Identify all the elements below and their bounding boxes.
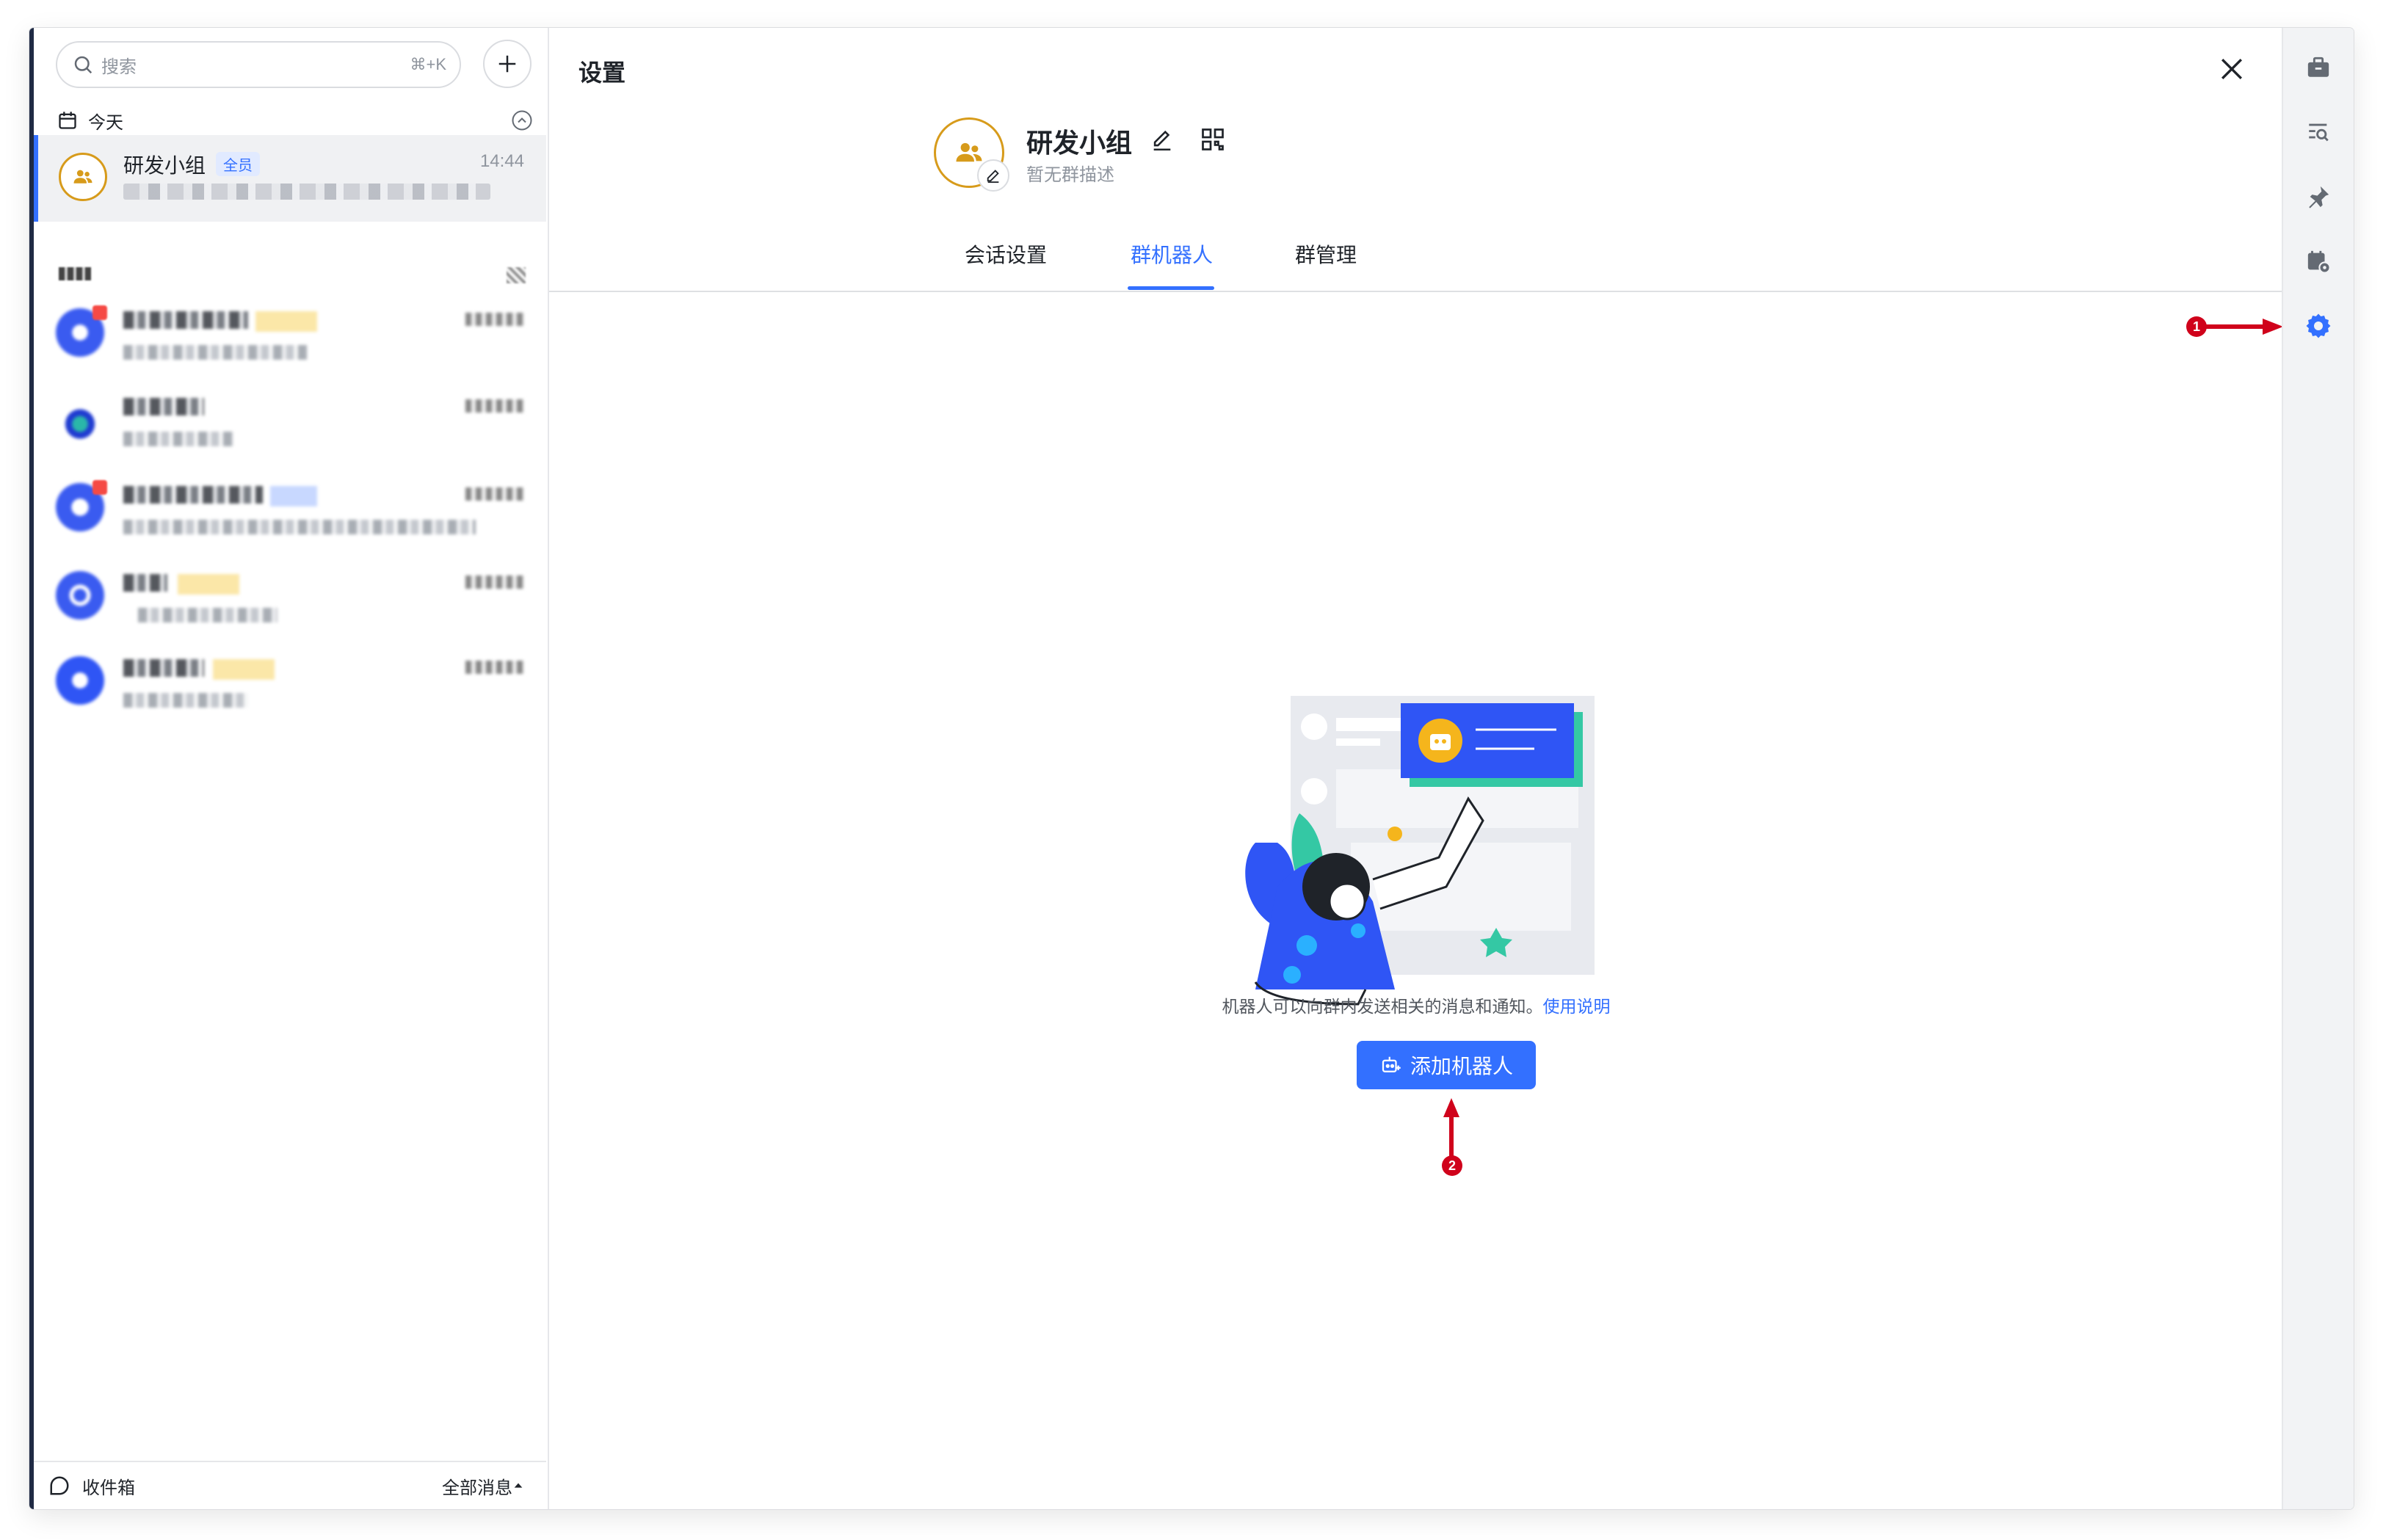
settings-tabs: 会话设置 群机器人 群管理 xyxy=(549,216,2283,292)
conversation-preview-blurred xyxy=(123,432,233,446)
conversation-time: 14:44 xyxy=(479,151,524,171)
annotation-badge-1: 1 xyxy=(2186,316,2207,337)
active-indicator xyxy=(34,135,38,222)
conversation-title-text: 研发小组 xyxy=(123,154,206,177)
search-placeholder: 搜索 xyxy=(101,57,137,77)
group-people-icon xyxy=(73,170,93,184)
unread-badge xyxy=(93,305,107,320)
tab-group-bots[interactable]: 群机器人 xyxy=(1131,239,1213,269)
conversation-time-blurred xyxy=(465,399,524,413)
all-members-tag: 全员 xyxy=(216,152,261,176)
calendar-icon xyxy=(59,112,76,129)
conversation-time-blurred xyxy=(465,487,524,501)
tag-chip-blurred xyxy=(270,486,317,506)
group-people-icon xyxy=(956,142,982,162)
conversation-item[interactable] xyxy=(34,294,546,380)
avatar-edit-button[interactable] xyxy=(977,159,1009,192)
avatar xyxy=(56,656,104,705)
conversation-time-blurred xyxy=(465,661,524,674)
blurred-section-header xyxy=(59,267,91,280)
search-list-icon[interactable] xyxy=(2301,115,2336,150)
inbox-button[interactable]: 收件箱 xyxy=(48,1473,442,1499)
conversation-name-blurred xyxy=(123,574,167,592)
conversation-item[interactable] xyxy=(34,380,546,467)
blurred-section-icon xyxy=(507,267,526,283)
qr-code-icon[interactable] xyxy=(1200,126,1226,153)
avatar xyxy=(56,395,104,443)
collapse-icon[interactable] xyxy=(511,109,533,131)
tab-group-management[interactable]: 群管理 xyxy=(1295,239,1357,269)
settings-panel: 设置 研发小组 暂无群描述 会话设置 群机器人 群管理 机器人可以向群内发送相关… xyxy=(549,28,2283,1509)
close-icon[interactable] xyxy=(2216,53,2248,85)
conversation-preview-blurred xyxy=(123,520,476,534)
message-filter-dropdown[interactable]: 全部消息 xyxy=(442,1473,524,1499)
caret-up-icon xyxy=(514,1483,523,1488)
right-tool-rail xyxy=(2282,28,2354,1509)
conversation-preview-blurred xyxy=(123,345,307,360)
conversation-time-blurred xyxy=(465,575,524,589)
create-button[interactable] xyxy=(483,40,532,88)
pencil-icon xyxy=(987,170,999,184)
usage-guide-link[interactable]: 使用说明 xyxy=(1543,997,1611,1016)
conversation-preview-blurred xyxy=(138,608,278,622)
tag-chip-blurred xyxy=(255,311,317,332)
annotation-arrow-up xyxy=(1443,1098,1459,1157)
conversation-time-blurred xyxy=(465,313,524,326)
app-window: 搜索 ⌘+K 今天 研发小组 全员 14:44 收件箱 全部消息 设置 研发小组… xyxy=(29,28,2354,1509)
conversation-preview-blurred xyxy=(123,693,248,708)
group-description: 暂无群描述 xyxy=(1026,165,1114,185)
sidebar-footer: 收件箱 全部消息 xyxy=(34,1461,546,1509)
search-icon xyxy=(74,56,93,74)
tag-chip-blurred xyxy=(178,574,239,595)
briefcase-icon[interactable] xyxy=(2301,50,2336,85)
unread-badge xyxy=(93,480,107,495)
group-avatar-small xyxy=(59,153,107,201)
conversation-name-blurred xyxy=(123,486,263,504)
bot-hint: 机器人可以向群内发送相关的消息和通知。使用说明 xyxy=(549,992,2283,1017)
conversation-preview-blurred xyxy=(123,184,490,200)
search-shortcut: ⌘+K xyxy=(410,55,446,73)
bot-hint-text: 机器人可以向群内发送相关的消息和通知。 xyxy=(1222,997,1543,1016)
conversation-name-blurred xyxy=(123,659,204,677)
conversation-name-blurred xyxy=(123,398,204,415)
conversation-item[interactable] xyxy=(34,556,546,643)
conversation-sidebar: 搜索 ⌘+K 今天 研发小组 全员 14:44 收件箱 全部消息 xyxy=(34,28,549,1509)
active-tab-underline xyxy=(1128,286,1214,290)
conversation-item-active[interactable]: 研发小组 全员 14:44 xyxy=(34,135,546,222)
conversation-name-blurred xyxy=(123,311,248,329)
edit-name-icon[interactable] xyxy=(1150,128,1175,153)
gear-icon[interactable] xyxy=(2301,308,2336,344)
conversation-title: 研发小组 全员 xyxy=(123,150,261,179)
avatar xyxy=(56,571,104,620)
tab-chat-settings[interactable]: 会话设置 xyxy=(965,239,1047,269)
annotation-arrow-right xyxy=(2205,319,2283,335)
pin-icon[interactable] xyxy=(2301,179,2336,214)
section-today-label: 今天 xyxy=(88,112,123,133)
section-today[interactable]: 今天 xyxy=(57,104,533,137)
bot-empty-state-illustration xyxy=(1245,696,1595,1006)
plus-icon xyxy=(498,55,516,73)
group-name: 研发小组 xyxy=(1026,128,1133,158)
page-title: 设置 xyxy=(578,59,626,86)
inbox-label: 收件箱 xyxy=(82,1478,135,1498)
group-avatar[interactable] xyxy=(934,117,1009,192)
search-box[interactable]: 搜索 ⌘+K xyxy=(56,41,461,88)
conversation-item[interactable] xyxy=(34,642,546,728)
conversation-item[interactable] xyxy=(34,468,546,555)
calendar-settings-icon[interactable] xyxy=(2301,244,2336,279)
add-bot-button[interactable]: 添加机器人 xyxy=(1357,1041,1536,1089)
annotation-badge-2: 2 xyxy=(1442,1155,1462,1176)
message-filter-label: 全部消息 xyxy=(442,1478,512,1498)
add-bot-icon xyxy=(1382,1056,1401,1072)
tag-chip-blurred xyxy=(213,659,275,680)
chat-bubble-icon xyxy=(50,1476,69,1495)
add-bot-label: 添加机器人 xyxy=(1410,1055,1513,1078)
